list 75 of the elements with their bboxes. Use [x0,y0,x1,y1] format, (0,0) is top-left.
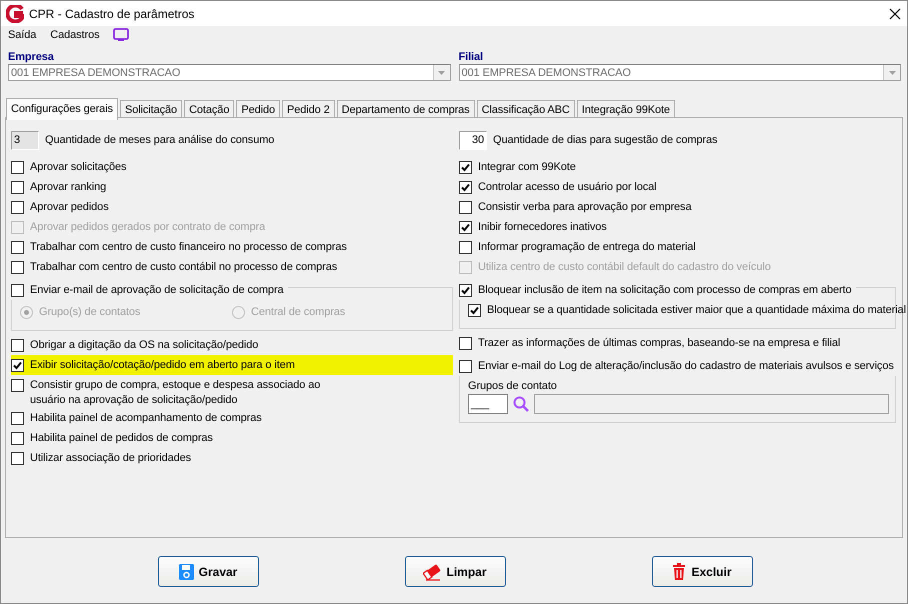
combo-box[interactable]: 001 EMPRESA DEMONSTRACAO [8,64,450,81]
tab[interactable]: Classificação ABC [476,100,575,117]
checkbox-label: Informar programação de entrega do material [478,240,696,255]
clear-button[interactable]: Limpar [404,556,506,587]
menu-item[interactable]: Cadastros [50,27,100,43]
checkbox[interactable] [459,221,472,234]
checkbox-label: Integrar com 99Kote [478,160,576,175]
tab[interactable]: Integração 99Kote [576,100,675,117]
search-icon[interactable] [513,396,529,412]
number-field[interactable]: 3 [11,130,39,150]
field-label: Filial [458,51,484,64]
checkbox[interactable] [459,337,472,350]
checkbox-label: Controlar acesso de usuário por local [478,180,657,195]
checkbox-label: Trabalhar com centro de custo contábil no processo de compras [30,260,338,275]
checkbox-label: Trabalhar com centro de custo financeiro no processo de compras [30,240,347,255]
tab[interactable]: Pedido [236,100,280,117]
field-label: Quantidade de dias para sugestão de compras [493,134,718,146]
checkbox-label: Consistir verba para aprovação por empresa [478,200,692,215]
checkbox[interactable] [11,412,24,425]
checkbox-label: Aprovar pedidos gerados por contrato de compra [30,220,266,235]
checkbox-label: Enviar e-mail do Log de alteração/inclusão do cadastro de materiais avulsos e serviços [478,359,894,374]
tab[interactable]: Pedido 2 [282,100,335,117]
close-icon[interactable] [889,8,901,20]
checkbox-label: Utilizar associação de prioridades [30,451,192,466]
checkbox[interactable] [11,359,24,372]
field-label: Empresa [8,51,55,64]
checkbox[interactable] [11,161,24,174]
checkbox-label: Habilita painel de acompanhamento de compras [30,411,262,426]
checkbox-label: Exibir solicitação/cotação/pedido em aberto para o item [30,358,295,373]
checkbox-label: Habilita painel de pedidos de compras [30,431,213,446]
checkbox[interactable] [468,304,481,317]
radio-label: Central de compras [251,305,346,320]
checkbox[interactable] [459,284,472,297]
checkbox[interactable] [11,432,24,445]
checkbox[interactable] [11,339,24,352]
menu-item[interactable]: Saída [8,27,36,43]
checkbox-label: Bloquear inclusão de item na solicitação com processo de compras em aberto [478,283,852,298]
checkbox[interactable] [459,161,472,174]
checkbox-label: Enviar e-mail de aprovação de solicitação de compra [30,283,284,298]
checkbox[interactable] [459,181,472,194]
checkbox-label: Aprovar pedidos [30,200,109,215]
tab[interactable]: Configurações gerais [6,98,118,120]
lookup-field[interactable]: ___ [468,394,508,414]
checkbox-label: Trazer as informações de últimas compras, baseando-se na empresa e filial [478,336,840,351]
checkbox-label: Aprovar ranking [30,180,106,195]
logo-icon [6,4,24,22]
number-field[interactable]: 30 [459,130,487,150]
delete-button[interactable]: Excluir [652,556,752,587]
checkbox[interactable] [11,284,24,297]
checkbox[interactable] [11,241,24,254]
checkbox[interactable] [11,261,24,274]
window-title: CPR - Cadastro de parâmetros [29,6,196,20]
radio-label: Grupo(s) de contatos [39,305,140,320]
field-label: Grupos de contato [468,379,558,394]
save-button[interactable]: Gravar [158,556,258,587]
checkbox[interactable] [11,379,24,392]
tab[interactable]: Cotação [184,100,234,117]
trash-can-icon [672,563,686,580]
checkbox[interactable] [11,181,24,194]
checkbox-label: Bloquear se a quantidade solicitada estiver maior que a quantidade máxima do material [487,303,906,318]
checkbox[interactable] [459,201,472,214]
checkbox[interactable] [11,201,24,214]
checkbox-label: Inibir fornecedores inativos [478,220,607,235]
tab[interactable]: Departamento de compras [336,100,475,117]
checkbox-label: Obrigar a digitação da OS na solicitação/pedido [30,338,258,353]
combo-box[interactable]: 001 EMPRESA DEMONSTRACAO [458,64,901,81]
checkbox-label: Consistir grupo de compra, estoque e despesa associado ao usuário na aprovação de solicitação/pedido [30,378,322,408]
checkbox[interactable] [11,452,24,465]
checkbox[interactable] [459,241,472,254]
checkbox-label: Aprovar solicitações [30,160,126,175]
field-label: Quantidade de meses para análise do consumo [45,134,274,146]
checkbox-label: Utiliza centro de custo contábil default do cadastro do veículo [478,260,771,275]
checkbox[interactable] [459,360,472,373]
monitor-icon[interactable] [113,28,130,42]
tab[interactable]: Solicitação [120,100,182,117]
